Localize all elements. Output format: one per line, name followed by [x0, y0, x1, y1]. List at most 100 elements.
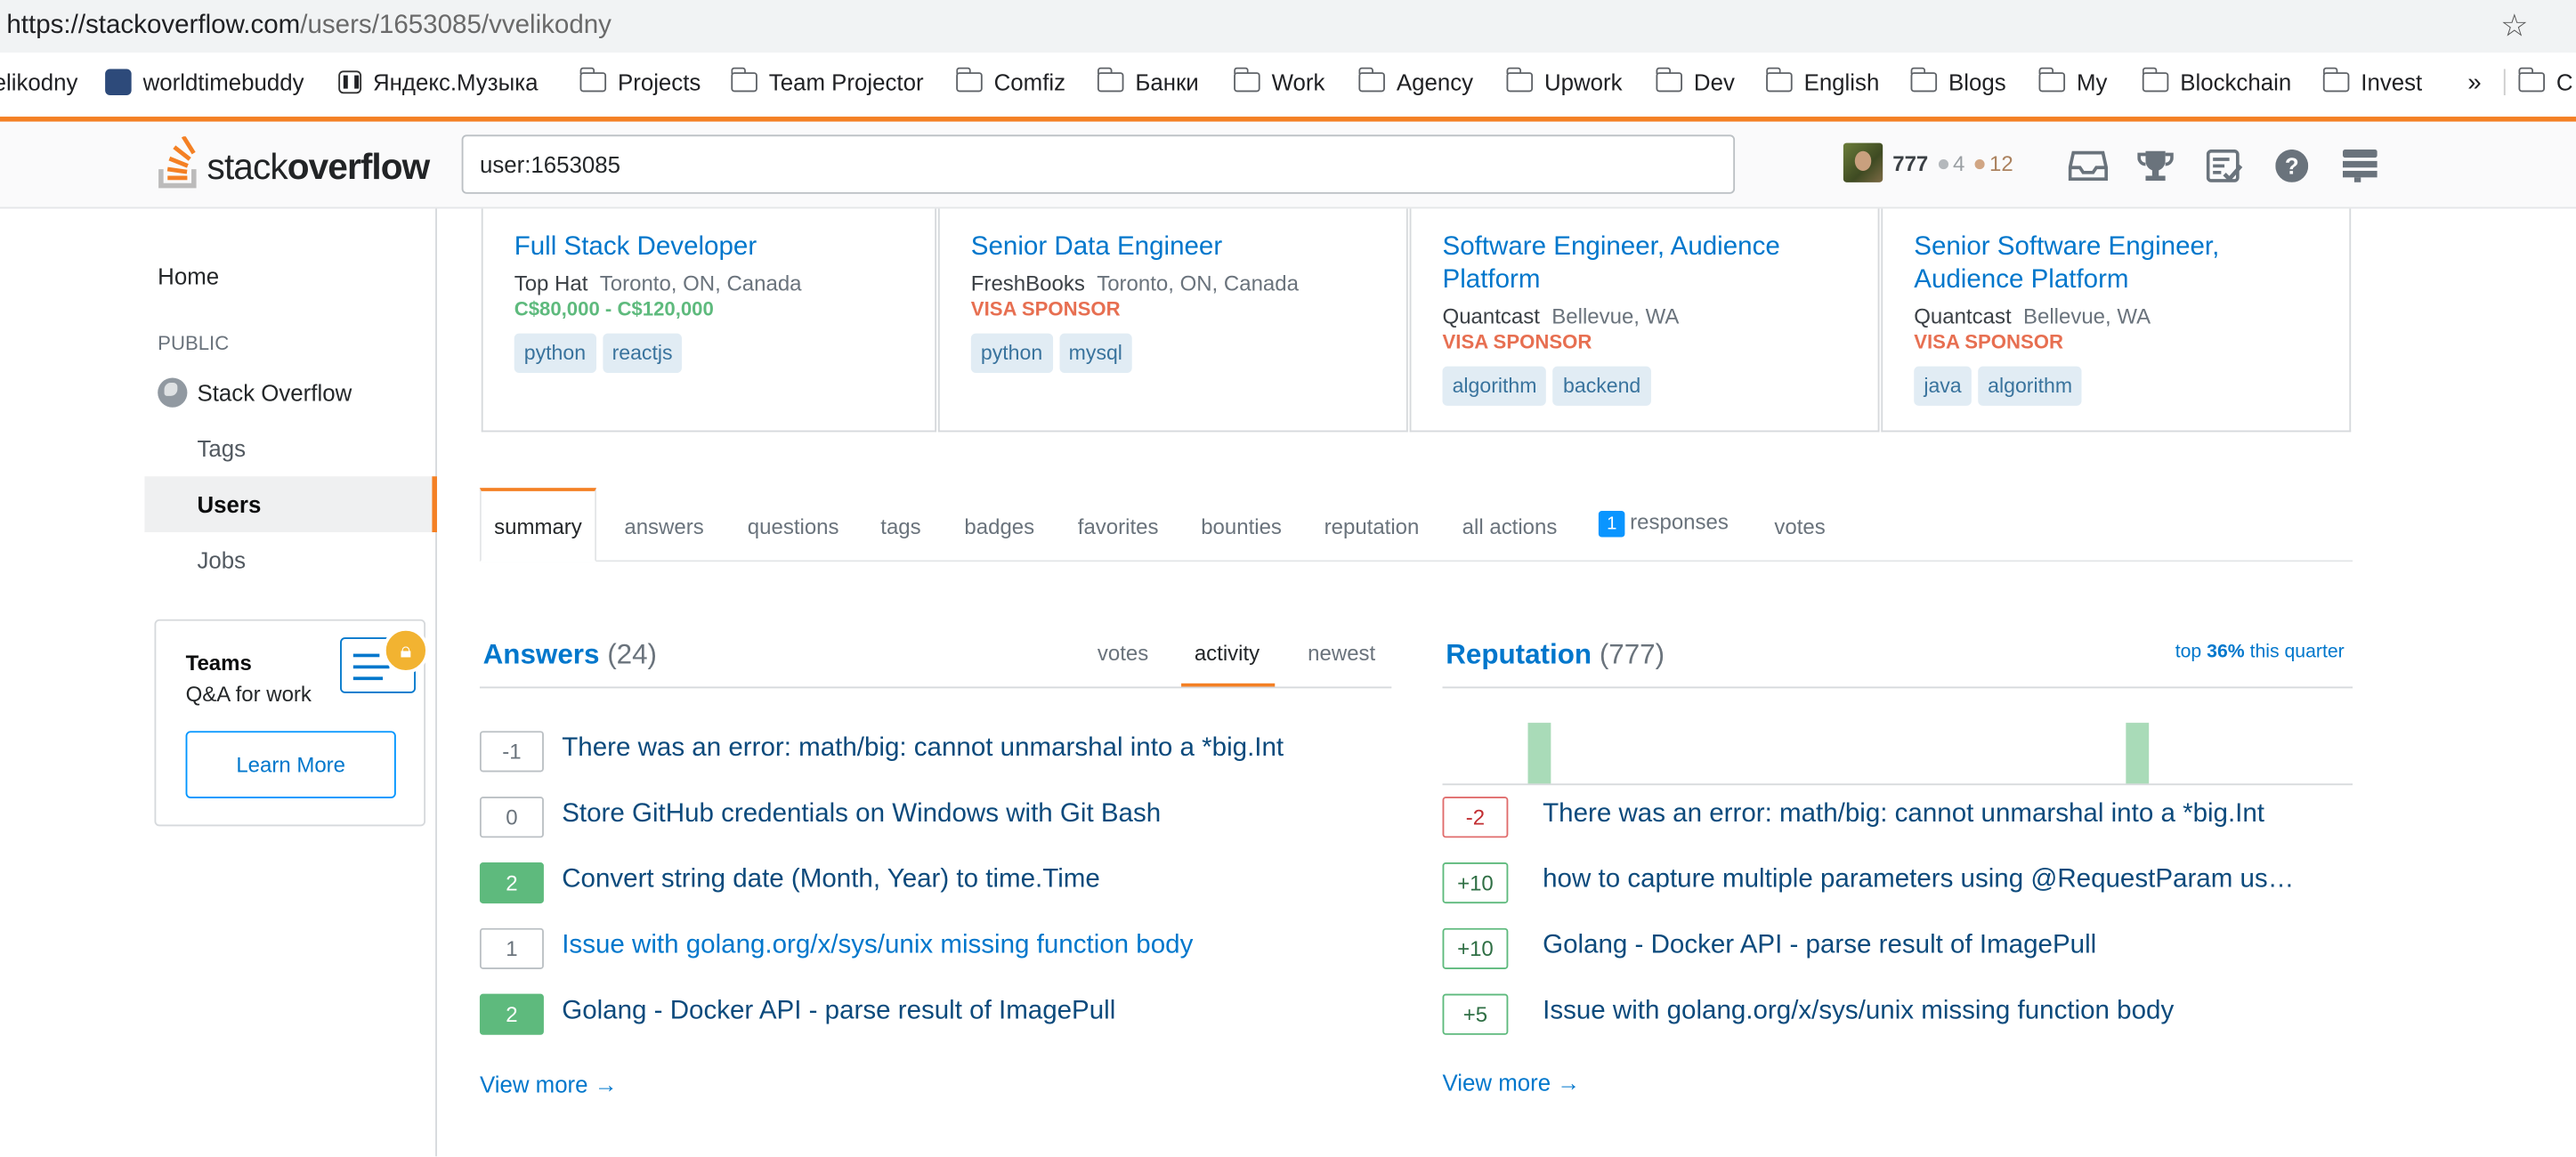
reputation-view-more-link[interactable]: View more →: [1443, 1070, 1581, 1096]
bookmark-folder[interactable]: C: [2503, 67, 2573, 96]
tab-votes[interactable]: votes: [1774, 514, 1825, 539]
bookmark-folder[interactable]: Blogs: [1909, 67, 2006, 95]
bookmark-star-icon[interactable]: ☆: [2500, 8, 2528, 45]
tag[interactable]: python: [970, 333, 1053, 373]
bookmark-folder[interactable]: Agency: [1357, 67, 1473, 95]
bookmark-folder[interactable]: My: [2037, 67, 2107, 95]
folder-icon: [1765, 67, 1793, 93]
job-title[interactable]: Senior Software Engineer, Audience Platf…: [1914, 231, 2324, 297]
tag[interactable]: python: [514, 333, 596, 373]
tag[interactable]: algorithm: [1978, 366, 2083, 406]
bookmark-folder[interactable]: English: [1765, 67, 1879, 95]
answers-sort-votes[interactable]: votes: [1098, 641, 1148, 666]
job-card[interactable]: Full Stack Developer Top Hat Toronto, ON…: [481, 208, 937, 433]
search-input[interactable]: user:1653085: [461, 134, 1736, 194]
browser-url-bar[interactable]: https://stackoverflow.com/users/1653085/…: [0, 0, 2576, 53]
folder-icon: [1655, 67, 1682, 93]
job-title[interactable]: Full Stack Developer: [514, 231, 925, 264]
nav-stack-overflow[interactable]: Stack Overflow: [158, 377, 352, 408]
job-title[interactable]: Senior Data Engineer: [971, 231, 1381, 264]
answer-link[interactable]: There was an error: math/big: cannot unm…: [562, 734, 1284, 764]
tab-reputation[interactable]: reputation: [1324, 514, 1420, 539]
learn-more-button[interactable]: Learn More: [185, 731, 396, 799]
url-text[interactable]: https://stackoverflow.com/users/1653085/…: [6, 12, 612, 41]
job-company: Quantcast Bellevue, WA: [1442, 303, 1680, 329]
tag[interactable]: java: [1914, 366, 1972, 406]
bookmark-folder[interactable]: Projects: [579, 67, 701, 95]
answers-sort-newest[interactable]: newest: [1308, 641, 1375, 666]
bookmarks-bar: elikodny worldtimebuddy ❚❚ Яндекс.Музыка …: [0, 55, 2576, 112]
stackoverflow-logo[interactable]: stackoverflow: [158, 136, 430, 189]
tab-summary[interactable]: summary: [479, 488, 596, 562]
reputation-post-link[interactable]: Issue with golang.org/x/sys/unix missing…: [1543, 997, 2298, 1026]
tag[interactable]: mysql: [1058, 333, 1133, 373]
job-card[interactable]: Software Engineer, Audience Platform Qua…: [1409, 208, 1880, 433]
reputation-delta: +5: [1442, 993, 1509, 1035]
reputation-post-link[interactable]: There was an error: math/big: cannot unm…: [1543, 800, 2298, 829]
bookmark-folder[interactable]: Blockchain: [2141, 67, 2291, 95]
job-company: Top Hat Toronto, ON, Canada: [514, 271, 802, 296]
tag[interactable]: algorithm: [1442, 366, 1547, 406]
review-queue-icon[interactable]: [2206, 149, 2243, 182]
bookmark-folder[interactable]: Банки: [1097, 67, 1199, 95]
tab-favorites[interactable]: favorites: [1078, 514, 1159, 539]
avatar[interactable]: [1843, 142, 1883, 182]
help-icon[interactable]: ?: [2275, 149, 2309, 182]
job-tags: python mysql: [970, 333, 1133, 373]
tag[interactable]: reactjs: [602, 333, 683, 373]
tab-tags[interactable]: tags: [880, 514, 920, 539]
nav-users[interactable]: Users: [144, 476, 437, 533]
bookmark-folder[interactable]: Work: [1233, 67, 1324, 95]
tab-bounties[interactable]: bounties: [1201, 514, 1282, 539]
nav-home[interactable]: Home: [158, 263, 219, 289]
bookmark-folder[interactable]: Invest: [2321, 67, 2422, 95]
answer-link[interactable]: Store GitHub credentials on Windows with…: [562, 800, 1161, 829]
bookmark-folder[interactable]: Team Projector: [730, 67, 924, 95]
reputation-post-link[interactable]: how to capture multiple parameters using…: [1543, 866, 2298, 895]
tab-all-actions[interactable]: all actions: [1462, 514, 1558, 539]
tab-responses[interactable]: 1 responses: [1598, 509, 1729, 538]
bookmark-folder[interactable]: Comfiz: [955, 67, 1065, 95]
job-card[interactable]: Senior Data Engineer FreshBooks Toronto,…: [937, 208, 1408, 433]
answer-score: 1: [479, 927, 544, 969]
site-switcher-icon[interactable]: [2342, 149, 2378, 182]
nav-jobs[interactable]: Jobs: [197, 547, 246, 574]
bookmark-item[interactable]: ❚❚ Яндекс.Музыка: [338, 69, 538, 95]
job-company: FreshBooks Toronto, ON, Canada: [970, 271, 1299, 296]
folder-icon: [955, 67, 983, 93]
answer-link[interactable]: Convert string date (Month, Year) to tim…: [562, 866, 1100, 895]
profile-tabs: summary answers questions tags badges fa…: [479, 488, 2353, 562]
answer-link[interactable]: Issue with golang.org/x/sys/unix missing…: [562, 932, 1193, 961]
achievements-trophy-icon[interactable]: [2137, 148, 2174, 184]
answers-view-more-link[interactable]: View more →: [480, 1071, 618, 1097]
answers-divider: [479, 686, 1392, 689]
nav-tags[interactable]: Tags: [197, 435, 246, 462]
answer-link[interactable]: Golang - Docker API - parse result of Im…: [562, 997, 1115, 1026]
bookmark-folder[interactable]: Upwork: [1505, 67, 1623, 95]
url-path: /users/1653085/vvelikodny: [300, 11, 612, 40]
answer-score: 0: [479, 797, 544, 838]
job-salary: C$80,000 - C$120,000: [514, 297, 714, 320]
inbox-icon[interactable]: [2068, 150, 2109, 182]
user-profile-link[interactable]: 777 4 12: [1843, 142, 2013, 182]
silver-badges: 4: [1938, 150, 1964, 175]
job-title[interactable]: Software Engineer, Audience Platform: [1443, 231, 1853, 297]
bookmark-folder[interactable]: Dev: [1655, 67, 1735, 95]
job-card[interactable]: Senior Software Engineer, Audience Platf…: [1881, 208, 2352, 433]
tag[interactable]: backend: [1552, 366, 1651, 406]
tab-badges[interactable]: badges: [964, 514, 1034, 539]
so-topbar: stackoverflow user:1653085 777 4 12 ?: [0, 117, 2576, 209]
tab-answers[interactable]: answers: [624, 514, 703, 539]
bookmarks-overflow-button[interactable]: »: [2467, 69, 2481, 97]
job-tags: algorithm backend: [1442, 366, 1651, 406]
nav-section-public: PUBLIC: [158, 331, 230, 355]
reputation-top-percent[interactable]: top 36% this quarter: [2175, 643, 2345, 662]
answers-sort-activity[interactable]: activity: [1195, 641, 1260, 666]
folder-icon: [2517, 67, 2545, 93]
reputation-graph[interactable]: [1442, 690, 2353, 786]
tab-questions[interactable]: questions: [748, 514, 839, 539]
bookmark-item[interactable]: worldtimebuddy: [105, 69, 304, 96]
folder-icon: [1505, 67, 1534, 93]
bookmark-item[interactable]: elikodny: [0, 69, 77, 96]
reputation-post-link[interactable]: Golang - Docker API - parse result of Im…: [1543, 932, 2298, 961]
